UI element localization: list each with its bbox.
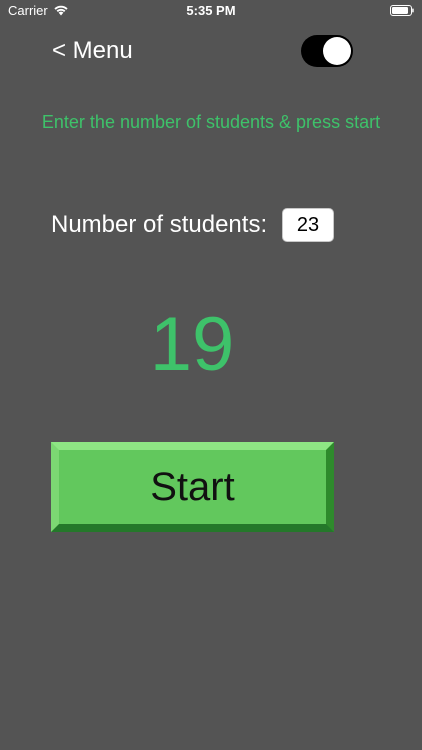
start-button[interactable]: Start	[51, 442, 334, 532]
toggle-knob	[323, 37, 351, 65]
back-to-menu-link[interactable]: < Menu	[52, 37, 133, 65]
app-screen: Carrier 5:35 PM < Menu Enter the number …	[0, 0, 422, 750]
counter-display: 19	[149, 302, 235, 387]
toggle-switch[interactable]	[301, 35, 353, 67]
students-label: Number of students:	[51, 211, 268, 238]
clock: 5:35 PM	[186, 3, 236, 18]
start-button-label: Start	[150, 464, 235, 509]
instruction-text: Enter the number of students & press sta…	[41, 112, 381, 132]
students-input[interactable]	[282, 208, 334, 242]
status-bar: Carrier 5:35 PM	[0, 0, 422, 22]
battery-icon	[390, 5, 414, 16]
